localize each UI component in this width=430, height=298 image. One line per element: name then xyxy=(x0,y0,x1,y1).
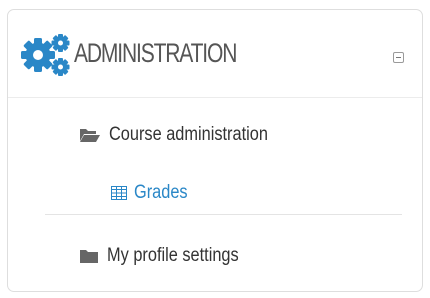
table-grid-icon xyxy=(111,185,127,200)
nav-item-course-administration[interactable]: Course administration xyxy=(79,125,294,144)
grades-link[interactable]: Grades xyxy=(134,183,188,202)
folder-open-icon xyxy=(80,128,100,142)
nav-item-my-profile-settings[interactable]: My profile settings xyxy=(79,246,260,265)
folder-icon xyxy=(80,249,98,263)
divider xyxy=(45,214,402,215)
block-header: ADMINISTRATION xyxy=(8,10,422,98)
administration-block: ADMINISTRATION Course administration Gra… xyxy=(7,9,423,292)
my-profile-settings-label: My profile settings xyxy=(107,245,239,266)
collapse-block-button[interactable] xyxy=(393,52,404,63)
minus-square-icon xyxy=(396,57,401,58)
block-title: ADMINISTRATION xyxy=(74,38,237,68)
nav-item-grades[interactable]: Grades xyxy=(111,183,196,202)
gears-icon xyxy=(21,34,70,76)
course-administration-label: Course administration xyxy=(109,124,268,145)
